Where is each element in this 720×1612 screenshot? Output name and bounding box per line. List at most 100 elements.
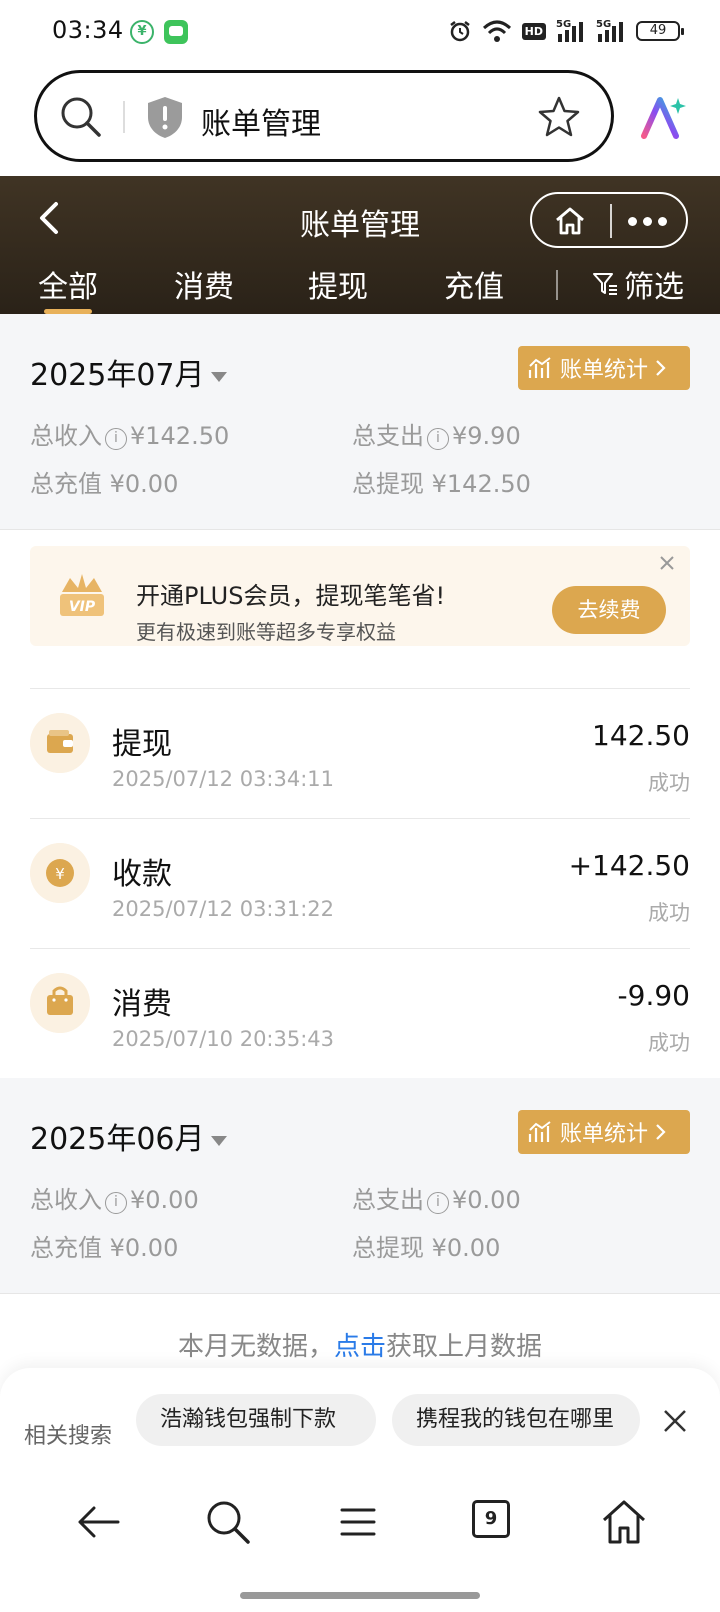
search-query-text[interactable]: 账单管理 xyxy=(201,99,321,143)
total-income: 总收入 i ¥0.00 xyxy=(30,1186,199,1214)
menu-icon[interactable] xyxy=(334,1498,382,1546)
plus-membership-banner[interactable]: VIP 开通PLUS会员，提现笔笔省! 更有极速到账等超多专享权益 去续费 xyxy=(30,546,690,646)
transaction-status: 成功 xyxy=(648,771,690,795)
vip-crown-icon: VIP xyxy=(60,574,104,616)
transaction-row[interactable]: 消费 2025/07/10 20:35:43 -9.90 成功 xyxy=(30,948,690,1078)
info-icon[interactable]: i xyxy=(427,428,449,450)
related-search-label: 相关搜索 xyxy=(24,1424,113,1449)
app-notification-icon: ¥ xyxy=(130,20,154,44)
chart-icon xyxy=(528,357,551,378)
wallet-icon xyxy=(30,713,90,773)
related-search-chip[interactable]: 携程我的钱包在哪里 xyxy=(392,1394,640,1446)
month-title: 2025年06月 xyxy=(30,1122,205,1157)
capsule-divider xyxy=(610,204,612,238)
tab-withdraw[interactable]: 提现 xyxy=(308,262,368,306)
transaction-time: 2025/07/12 03:34:11 xyxy=(112,767,335,791)
transaction-row[interactable]: 提现 2025/07/12 03:34:11 142.50 成功 xyxy=(30,688,690,818)
transaction-status: 成功 xyxy=(648,1031,690,1055)
tab-separator xyxy=(556,270,558,300)
month-selector[interactable]: 2025年06月 xyxy=(30,1114,227,1158)
close-icon[interactable] xyxy=(662,1408,688,1434)
total-recharge: 总充值 ¥0.00 xyxy=(30,1234,179,1262)
filter-tabs: 全部 消费 提现 充值 筛选 xyxy=(0,262,720,314)
caret-down-icon xyxy=(210,1135,227,1146)
alarm-icon xyxy=(449,21,470,42)
status-bar: 03:34 ¥ HD 5G 5G 49 xyxy=(0,0,720,66)
more-dots-icon[interactable] xyxy=(628,212,672,230)
hd-badge: HD xyxy=(521,22,546,40)
bill-statistics-label: 账单统计 xyxy=(560,1122,649,1147)
transaction-amount: -9.90 xyxy=(617,979,690,1012)
bill-statistics-button[interactable]: 账单统计 xyxy=(518,1110,690,1154)
bill-statistics-button[interactable]: 账单统计 xyxy=(518,346,690,390)
home-indicator-bar[interactable] xyxy=(240,1592,480,1599)
info-icon[interactable]: i xyxy=(105,428,127,450)
svg-text:5G: 5G xyxy=(596,19,611,30)
status-icons: HD 5G 5G 49 xyxy=(448,16,684,46)
chart-icon xyxy=(528,1121,551,1142)
total-expense: 总支出 i ¥0.00 xyxy=(352,1186,521,1214)
home-icon[interactable] xyxy=(600,1498,648,1546)
total-income: 总收入 i ¥142.50 xyxy=(30,422,230,450)
transaction-time: 2025/07/10 20:35:43 xyxy=(112,1027,335,1051)
search-icon[interactable] xyxy=(204,1498,252,1546)
tab-recharge[interactable]: 充值 xyxy=(444,262,504,306)
info-icon[interactable]: i xyxy=(105,1192,127,1214)
yuan-coin-icon: ¥ xyxy=(30,843,90,903)
total-recharge: 总充值 ¥0.00 xyxy=(30,470,179,498)
transaction-amount: 142.50 xyxy=(592,719,690,752)
info-icon[interactable]: i xyxy=(427,1192,449,1214)
month-title: 2025年07月 xyxy=(30,358,205,393)
tab-consumption[interactable]: 消费 xyxy=(174,262,234,306)
filter-button[interactable]: 筛选 xyxy=(592,262,684,306)
home-icon[interactable] xyxy=(554,206,586,236)
svg-text:5G: 5G xyxy=(556,19,571,30)
transaction-row[interactable]: ¥ 收款 2025/07/12 03:31:22 +142.50 成功 xyxy=(30,818,690,948)
browser-search-box[interactable]: 账单管理 xyxy=(34,70,614,162)
signal-5g-icon: 5G xyxy=(556,19,583,42)
renew-button[interactable]: 去续费 xyxy=(552,586,666,634)
svg-text:¥: ¥ xyxy=(55,865,65,883)
filter-label: 筛选 xyxy=(624,270,684,305)
vip-badge-text: VIP xyxy=(69,599,96,615)
transaction-type: 消费 xyxy=(112,987,172,1022)
chevron-right-icon xyxy=(656,1124,666,1140)
back-arrow-icon[interactable] xyxy=(74,1498,122,1546)
browser-bottom-nav: 9 xyxy=(0,1478,720,1568)
transaction-type: 收款 xyxy=(112,857,172,892)
tabs-count-button[interactable]: 9 xyxy=(472,1500,510,1538)
month-selector[interactable]: 2025年07月 xyxy=(30,350,227,394)
message-notification-icon xyxy=(164,20,188,44)
total-withdraw: 总提现 ¥142.50 xyxy=(352,470,531,498)
battery-indicator: 49 xyxy=(636,21,684,41)
bill-statistics-label: 账单统计 xyxy=(560,358,649,383)
promo-title: 开通PLUS会员，提现笔笔省! xyxy=(136,582,446,610)
transaction-time: 2025/07/12 03:31:22 xyxy=(112,897,335,921)
filter-icon xyxy=(593,273,617,295)
chevron-right-icon xyxy=(656,360,666,376)
promo-subtitle: 更有极速到账等超多专享权益 xyxy=(136,620,396,644)
transaction-status: 成功 xyxy=(648,901,690,925)
month-summary-july: 2025年07月 账单统计 总收入 i ¥142.50 总支出 i ¥9.90 总充值 … xyxy=(0,314,720,530)
empty-month-message: 本月无数据，点击获取上月数据 xyxy=(177,1332,543,1362)
shopping-bag-icon xyxy=(30,973,90,1033)
security-shield-icon[interactable] xyxy=(145,95,185,139)
tab-all[interactable]: 全部 xyxy=(38,262,98,314)
browser-bar: 账单管理 xyxy=(0,66,720,176)
wifi-icon xyxy=(482,20,511,42)
load-previous-month-link[interactable]: 点击 xyxy=(334,1332,386,1362)
bookmark-star-icon[interactable] xyxy=(537,95,581,139)
search-divider xyxy=(123,101,125,133)
total-expense: 总支出 i ¥9.90 xyxy=(352,422,521,450)
caret-down-icon xyxy=(210,371,227,382)
ai-assistant-icon[interactable] xyxy=(640,94,688,142)
status-time: 03:34 xyxy=(52,16,124,44)
total-withdraw: 总提现 ¥0.00 xyxy=(352,1234,501,1262)
transaction-amount: +142.50 xyxy=(568,849,690,882)
related-search-chip[interactable]: 浩瀚钱包强制下款 xyxy=(136,1394,376,1446)
app-header: 账单管理 全部 消费 提现 充值 筛选 xyxy=(0,176,720,314)
close-icon[interactable] xyxy=(658,554,676,572)
month-summary-june: 2025年06月 账单统计 总收入 i ¥0.00 总支出 i ¥0.00 总充值 ¥0… xyxy=(0,1078,720,1294)
transaction-type: 提现 xyxy=(112,727,172,762)
search-icon[interactable] xyxy=(59,95,103,139)
